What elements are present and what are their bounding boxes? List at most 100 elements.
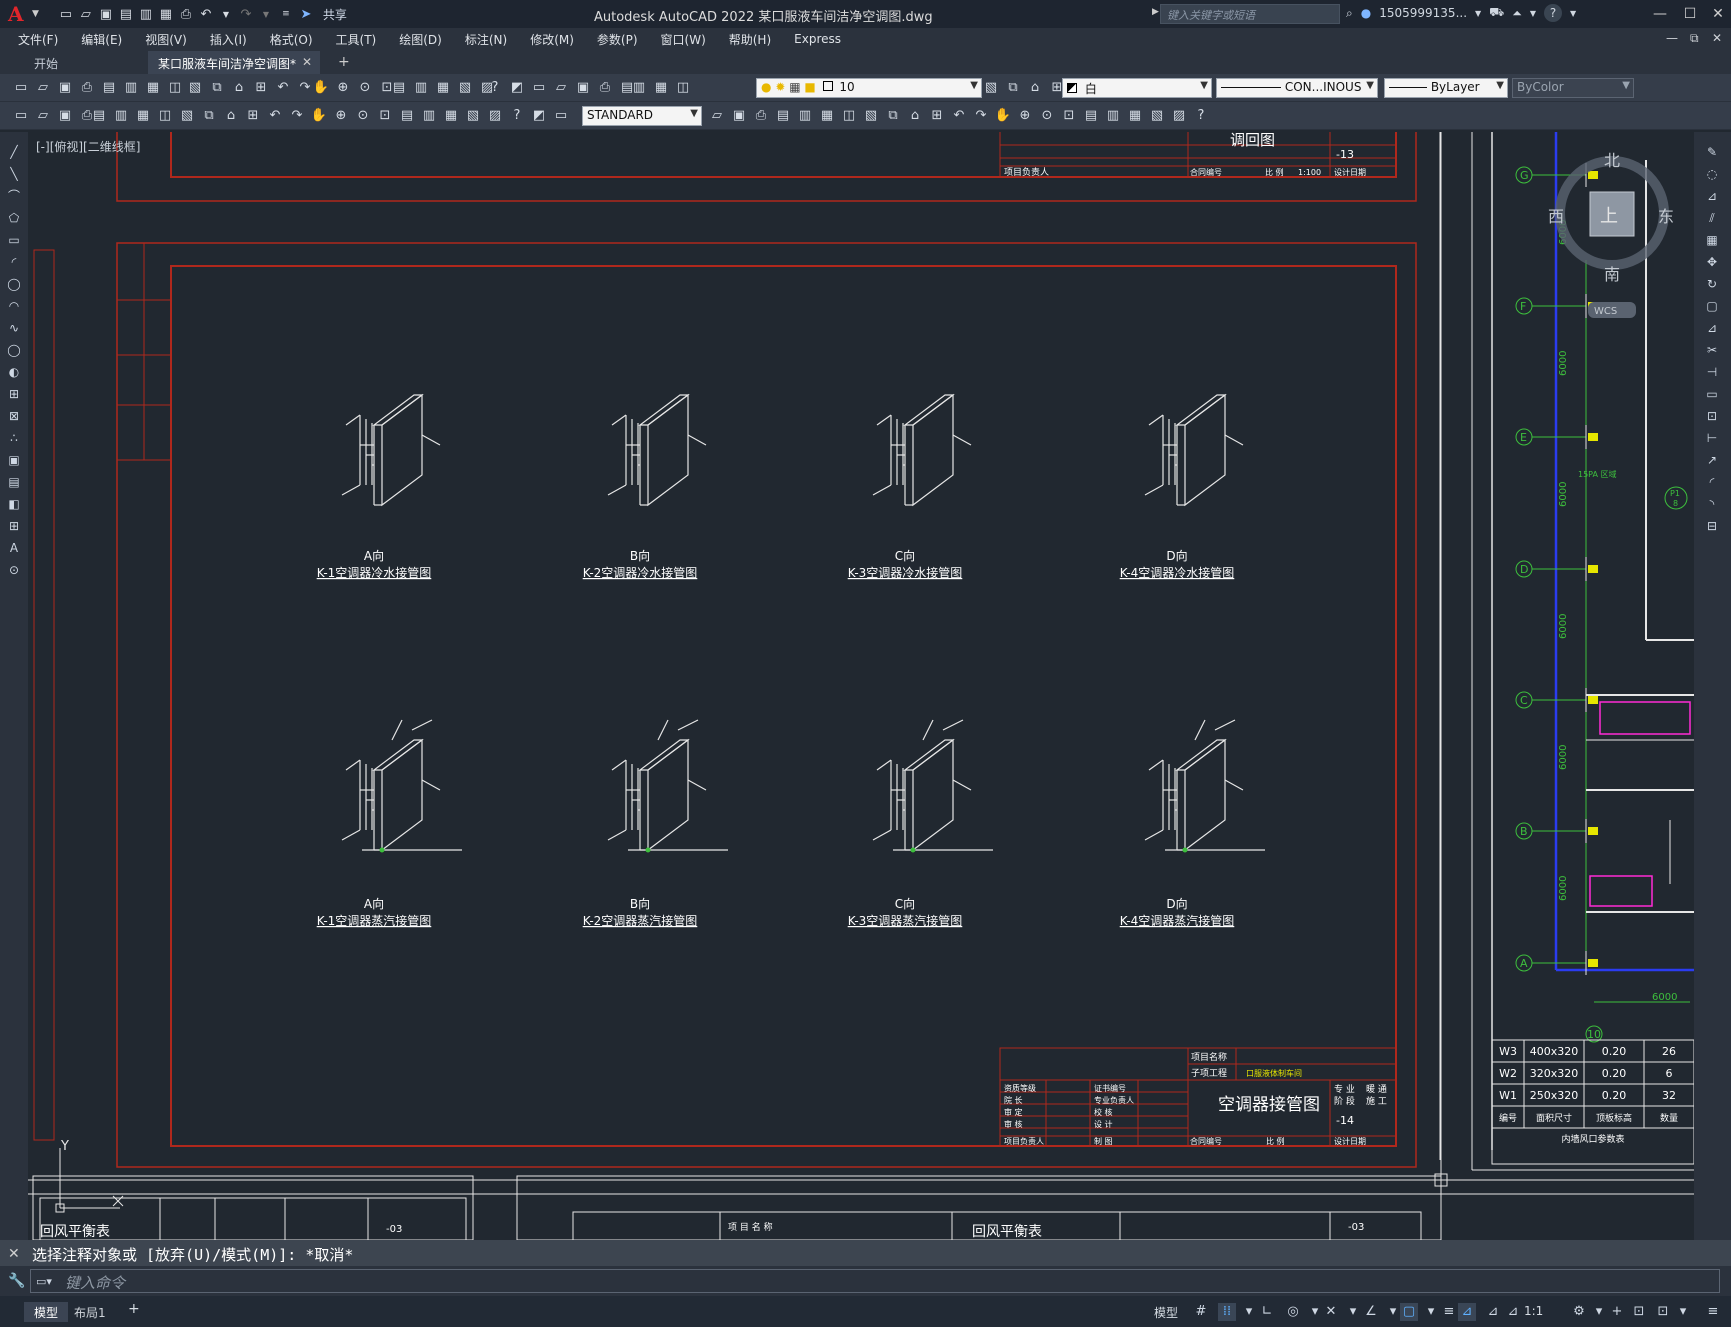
dimension-tool-icon[interactable]: ⊡ <box>376 107 394 125</box>
dimension-tool-icon[interactable]: ⊞ <box>244 107 262 125</box>
draw-tool-icon[interactable]: ⊞ <box>6 518 22 534</box>
modify-tool-icon[interactable]: ✥ <box>1704 254 1720 270</box>
dimension-tool-icon[interactable]: ◩ <box>530 107 548 125</box>
standard-tool-icon[interactable]: ▦ <box>434 79 452 97</box>
status-toggle-icon[interactable]: ⁞⁞ <box>1218 1303 1236 1321</box>
user-icon[interactable]: ● <box>1361 6 1371 20</box>
undo-dropdown-icon[interactable]: ▼ <box>217 5 235 23</box>
status-toggle-icon[interactable]: ▾ <box>1240 1303 1258 1321</box>
standard-tool-icon[interactable]: ▤ <box>390 79 408 97</box>
user-dropdown-icon[interactable]: ▼ <box>1475 9 1481 18</box>
annotation-scale[interactable]: 1:1 <box>1524 1304 1543 1318</box>
dimension-tool-icon[interactable]: ▤ <box>774 107 792 125</box>
draw-tool-icon[interactable]: ◐ <box>6 364 22 380</box>
standard-tool-icon[interactable]: ▦ <box>652 79 670 97</box>
draw-tool-icon[interactable]: ⊞ <box>6 386 22 402</box>
modify-tool-icon[interactable]: ◌ <box>1704 166 1720 182</box>
modify-tool-icon[interactable]: ▦ <box>1704 232 1720 248</box>
standard-tool-icon[interactable]: ▥ <box>412 79 430 97</box>
app-dropdown-icon[interactable]: ▼ <box>1530 9 1536 18</box>
standard-tool-icon[interactable]: ✋ <box>312 79 330 97</box>
standard-tool-icon[interactable]: ▣ <box>56 79 74 97</box>
draw-tool-icon[interactable]: ▣ <box>6 452 22 468</box>
standard-tool-icon[interactable]: ⌂ <box>230 79 248 97</box>
lineweight-dropdown[interactable]: ByLayer ▼ <box>1384 78 1508 98</box>
dimension-tool-icon[interactable]: ⧉ <box>884 107 902 125</box>
drawing-canvas[interactable]: 调回图 -13 项目负责人 合同编号 比 例 1:100 设计日期 A向 K-1空… <box>28 132 1694 1240</box>
dimension-tool-icon[interactable]: ⊙ <box>354 107 372 125</box>
dimension-tool-icon[interactable]: ✋ <box>994 107 1012 125</box>
dimension-tool-icon[interactable]: ⊕ <box>1016 107 1034 125</box>
dimension-tool-icon[interactable]: ▣ <box>56 107 74 125</box>
dimension-tool-icon[interactable]: ⎙ <box>752 107 770 125</box>
draw-tool-icon[interactable]: A <box>6 540 22 556</box>
draw-tool-icon[interactable]: ◯ <box>6 276 22 292</box>
standard-tool-icon[interactable]: ▦ <box>144 79 162 97</box>
status-toggle-icon[interactable]: ⚙ <box>1570 1303 1588 1321</box>
status-toggle-icon[interactable]: ✕ <box>1322 1303 1340 1321</box>
dimension-tool-icon[interactable]: ⌂ <box>222 107 240 125</box>
modify-tool-icon[interactable]: ⊟ <box>1704 518 1720 534</box>
dimension-tool-icon[interactable]: ▧ <box>862 107 880 125</box>
status-toggle-icon[interactable]: ▾ <box>1422 1303 1440 1321</box>
draw-tool-icon[interactable]: ╱ <box>6 144 22 160</box>
dimension-tool-icon[interactable]: ↷ <box>972 107 990 125</box>
save-web-icon[interactable]: ▦ <box>157 5 175 23</box>
dimension-tool-icon[interactable]: ? <box>508 107 526 125</box>
color-dropdown[interactable]: 白 ▼ <box>1062 78 1212 98</box>
close-command-icon[interactable]: ✕ <box>8 1246 20 1262</box>
modify-tool-icon[interactable]: ⫽ <box>1704 210 1720 226</box>
autodesk-app-icon[interactable]: ⏶ <box>1512 6 1522 21</box>
draw-tool-icon[interactable]: ∴ <box>6 430 22 446</box>
help-icon[interactable]: ? <box>1544 4 1563 22</box>
status-toggle-icon[interactable]: ⊿ <box>1484 1303 1502 1321</box>
draw-tool-icon[interactable]: ▭ <box>6 232 22 248</box>
menu-format[interactable]: 格式(O) <box>270 31 313 48</box>
modify-tool-icon[interactable]: ⊡ <box>1704 408 1720 424</box>
dimension-tool-icon[interactable]: ◫ <box>840 107 858 125</box>
viewcube-north[interactable]: 北 <box>1604 151 1620 170</box>
save-icon[interactable]: ▣ <box>97 5 115 23</box>
standard-tool-icon[interactable]: ▥ <box>630 79 648 97</box>
standard-tool-icon[interactable]: ⎙ <box>596 79 614 97</box>
standard-tool-icon[interactable]: ▭ <box>12 79 30 97</box>
draw-tool-icon[interactable]: ∿ <box>6 320 22 336</box>
standard-tool-icon[interactable]: ▣ <box>574 79 592 97</box>
close-window-button[interactable]: ✕ <box>1698 2 1731 26</box>
user-name[interactable]: 1505999135... <box>1379 6 1467 20</box>
help-dropdown-icon[interactable]: ▼ <box>1570 9 1576 18</box>
standard-tool-icon[interactable]: ◩ <box>508 79 526 97</box>
modify-tool-icon[interactable]: ↻ <box>1704 276 1720 292</box>
draw-tool-icon[interactable]: ⊙ <box>6 562 22 578</box>
draw-tool-icon[interactable]: ◜ <box>6 254 22 270</box>
dimension-tool-icon[interactable]: ▥ <box>1104 107 1122 125</box>
status-toggle-icon[interactable]: + <box>1608 1303 1626 1321</box>
open-file-icon[interactable]: ▱ <box>77 5 95 23</box>
status-toggle-icon[interactable]: ▢ <box>1400 1303 1418 1321</box>
status-toggle-icon[interactable]: ≡ <box>1440 1303 1458 1321</box>
modify-tool-icon[interactable]: ✎ <box>1704 144 1720 160</box>
save-as-icon[interactable]: ▤ <box>117 5 135 23</box>
dimension-tool-icon[interactable]: ⊕ <box>332 107 350 125</box>
status-toggle-icon[interactable]: ≡ <box>1704 1303 1722 1321</box>
modify-tool-icon[interactable]: ⊿ <box>1704 320 1720 336</box>
redo-dropdown-icon[interactable]: ▼ <box>257 5 275 23</box>
command-prompt-icon[interactable]: ▭▾ <box>36 1275 52 1288</box>
draw-tool-icon[interactable]: ◠ <box>6 298 22 314</box>
linetype-dropdown[interactable]: CON...INOUS ▼ <box>1216 78 1378 98</box>
textstyle-dropdown[interactable]: STANDARD ▼ <box>582 106 702 126</box>
search-icon[interactable]: ⌕ <box>1346 6 1353 21</box>
modify-tool-icon[interactable]: ▢ <box>1704 298 1720 314</box>
draw-tool-icon[interactable]: ⌒ <box>6 188 22 204</box>
dimension-tool-icon[interactable]: ↷ <box>288 107 306 125</box>
dimension-tool-icon[interactable]: ▧ <box>464 107 482 125</box>
dimension-tool-icon[interactable]: ▥ <box>420 107 438 125</box>
viewcube-top[interactable]: 上 <box>1600 206 1618 227</box>
tab-start[interactable]: 开始 <box>24 51 144 74</box>
menu-dimension[interactable]: 标注(N) <box>465 31 507 48</box>
plotstyle-dropdown[interactable]: ByColor ▼ <box>1512 78 1634 98</box>
dimension-tool-icon[interactable]: ▧ <box>1148 107 1166 125</box>
cart-icon[interactable]: ⛟ <box>1489 5 1504 21</box>
plot-icon[interactable]: ⎙ <box>177 5 195 23</box>
standard-tool-icon[interactable]: ⎙ <box>78 79 96 97</box>
